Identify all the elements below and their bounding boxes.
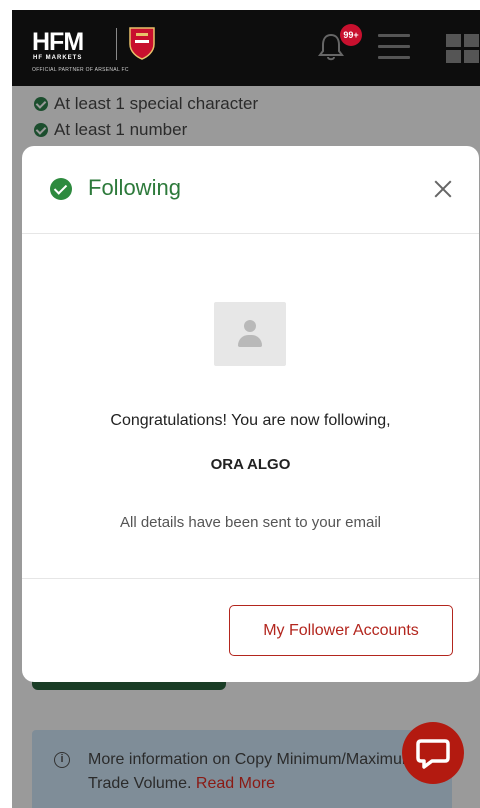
notification-badge: 99+ <box>340 24 362 46</box>
details-message: All details have been sent to your email <box>120 514 381 531</box>
close-icon[interactable] <box>430 176 456 202</box>
check-circle-icon <box>34 97 48 111</box>
read-more-link[interactable]: Read More <box>196 775 275 792</box>
logo-subtitle: HF MARKETS <box>33 55 83 61</box>
info-icon: i <box>54 752 70 768</box>
password-rule-number: At least 1 number <box>34 120 187 140</box>
chat-button[interactable] <box>402 722 464 784</box>
hfm-logo[interactable]: HFM HF MARKETS OFFICIAL PARTNER OF ARSEN… <box>32 26 192 76</box>
apps-grid-icon[interactable] <box>446 34 480 64</box>
rule-label: At least 1 special character <box>54 94 259 113</box>
chat-bubble-icon <box>416 739 450 769</box>
following-modal: Following Congratulations! You are now f… <box>22 146 479 682</box>
trader-avatar <box>214 302 286 366</box>
trader-name: ORA ALGO <box>210 456 291 473</box>
menu-icon[interactable] <box>378 34 410 62</box>
info-box: i More information on Copy Minimum/Maxim… <box>32 730 452 808</box>
password-rule-special: At least 1 special character <box>34 94 258 114</box>
modal-title: Following <box>88 175 181 200</box>
my-follower-accounts-button[interactable]: My Follower Accounts <box>229 605 453 656</box>
success-check-icon <box>50 178 72 200</box>
modal-header: Following <box>22 146 479 234</box>
logo-divider <box>116 28 117 60</box>
logo-text: HFM <box>32 28 84 56</box>
top-navigation-bar: HFM HF MARKETS OFFICIAL PARTNER OF ARSEN… <box>12 10 480 86</box>
arsenal-crest-icon <box>129 27 155 60</box>
logo-partner-text: OFFICIAL PARTNER OF ARSENAL FC <box>32 67 129 73</box>
check-circle-icon <box>34 123 48 137</box>
congratulations-message: Congratulations! You are now following, <box>110 412 391 429</box>
rule-label: At least 1 number <box>54 120 188 139</box>
user-placeholder-body <box>238 335 262 347</box>
info-text: More information on Copy Minimum/Maximum… <box>88 748 428 796</box>
user-placeholder-icon <box>244 320 256 332</box>
modal-footer: My Follower Accounts <box>22 578 479 682</box>
